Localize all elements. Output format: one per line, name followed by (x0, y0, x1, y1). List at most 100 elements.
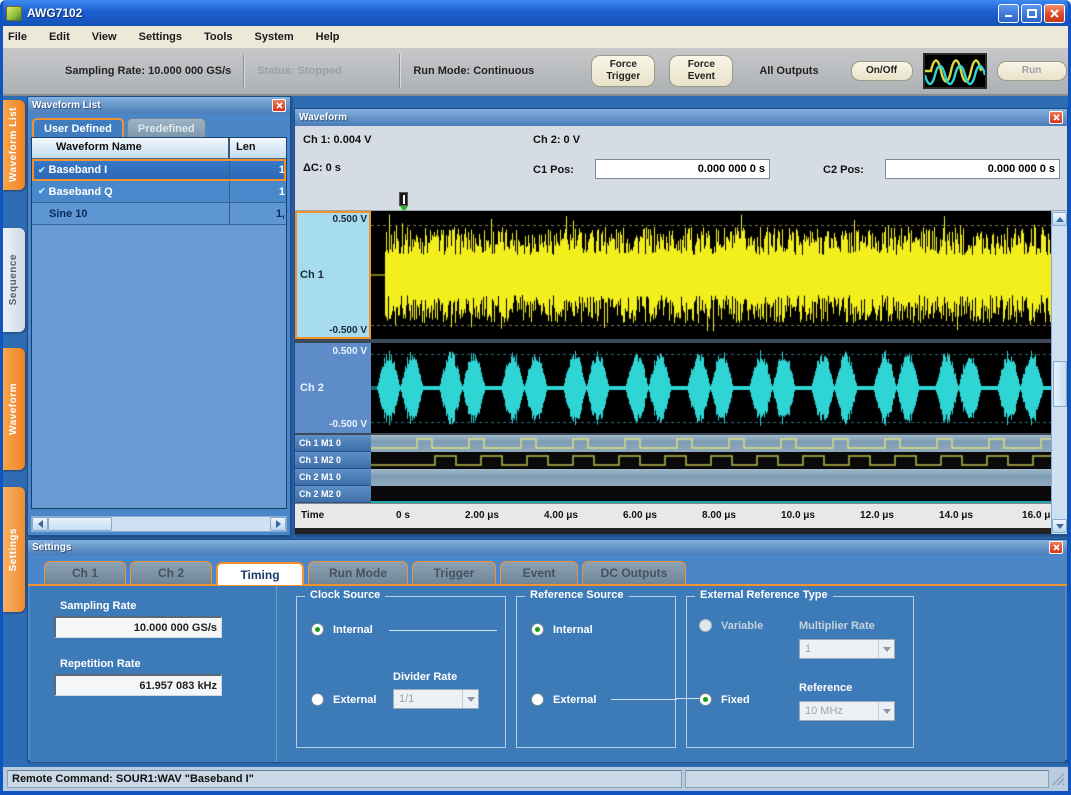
reference-dropdown[interactable]: 10 MHz (799, 701, 895, 721)
ch1-m2-plot[interactable] (371, 452, 1051, 469)
waveform-name: Sine 10 (49, 208, 88, 220)
fixed-radio[interactable] (699, 693, 712, 706)
settings-tabs: Ch 1 Ch 2 Timing Run Mode Trigger Event … (28, 555, 1067, 586)
settings-title: Settings (32, 542, 1049, 553)
menu-file[interactable]: File (8, 31, 27, 43)
c1-pos-input[interactable] (595, 159, 770, 179)
table-row[interactable]: ✔ Baseband I 1 (32, 159, 286, 181)
tab-ch1[interactable]: Ch 1 (44, 561, 126, 584)
scroll-up-button[interactable] (1052, 212, 1067, 226)
sampling-rate-input[interactable] (54, 616, 222, 638)
clock-internal-radio[interactable] (311, 623, 324, 636)
ch2-m1-plot[interactable] (371, 469, 1051, 486)
menu-edit[interactable]: Edit (49, 31, 70, 43)
divider-rate-dropdown[interactable]: 1/1 (393, 689, 479, 709)
ch2-m2-label[interactable]: Ch 2 M2 0 (295, 486, 371, 503)
waveform-length: 1, (230, 203, 286, 224)
ch2-label-box[interactable]: 0.500 V Ch 2 -0.500 V (295, 343, 371, 433)
menu-help[interactable]: Help (316, 31, 340, 43)
cursor-handle[interactable] (399, 192, 408, 212)
chevron-down-icon (883, 647, 891, 652)
menu-view[interactable]: View (92, 31, 117, 43)
maximize-button[interactable] (1021, 4, 1042, 23)
table-row[interactable]: Sine 10 1, (32, 203, 286, 225)
ch1-plot[interactable] (371, 211, 1051, 339)
sampling-rate-readout: Sampling Rate: 10.000 000 GS/s (65, 65, 231, 77)
reference-external-radio[interactable] (531, 693, 544, 706)
settings-titlebar[interactable]: Settings (28, 540, 1067, 555)
force-event-button[interactable]: Force Event (669, 55, 733, 87)
ch1-m1-plot[interactable] (371, 435, 1051, 452)
scrollbar-thumb[interactable] (48, 517, 112, 531)
waveform-readout-area: Ch 1: 0.004 V Ch 2: 0 V ΔC: 0 s C1 Pos: … (295, 126, 1067, 211)
minimize-button[interactable] (998, 4, 1019, 23)
clock-external-radio[interactable] (311, 693, 324, 706)
ch2-waveform-trace[interactable] (371, 343, 1051, 433)
vertical-scrollbar[interactable] (1051, 211, 1067, 534)
menu-bar: File Edit View Settings Tools System Hel… (0, 26, 1071, 48)
waveform-list-close-button[interactable] (272, 99, 286, 112)
menu-tools[interactable]: Tools (204, 31, 233, 43)
waveform-list-titlebar[interactable]: Waveform List (28, 97, 290, 114)
sidebar-item-settings[interactable]: Settings (2, 487, 25, 612)
title-bar[interactable]: AWG7102 (0, 0, 1071, 26)
column-header-waveform-name[interactable]: Waveform Name (32, 138, 230, 158)
tab-ch2[interactable]: Ch 2 (130, 561, 212, 584)
force-trigger-button[interactable]: Force Trigger (591, 55, 655, 87)
app-icon (6, 6, 22, 21)
close-button[interactable] (1044, 4, 1065, 23)
table-row[interactable]: ✔ Baseband Q 1 (32, 181, 286, 203)
sidebar-item-waveform[interactable]: Waveform (2, 348, 25, 470)
horizontal-scrollbar[interactable] (31, 516, 287, 532)
ch1-m2-label[interactable]: Ch 1 M2 0 (295, 452, 371, 469)
dropdown-button[interactable] (878, 702, 894, 720)
menu-system[interactable]: System (255, 31, 294, 43)
tab-predefined[interactable]: Predefined (127, 118, 206, 137)
ch2-m1-label[interactable]: Ch 2 M1 0 (295, 469, 371, 486)
dropdown-button[interactable] (462, 690, 478, 708)
scroll-down-button[interactable] (1052, 519, 1067, 533)
close-icon (1050, 9, 1059, 18)
ch1-waveform-trace[interactable] (371, 211, 1051, 339)
tab-trigger[interactable]: Trigger (412, 561, 496, 584)
sampling-rate-label: Sampling Rate (60, 600, 136, 612)
check-icon: ✔ (38, 186, 46, 197)
scrollbar-thumb[interactable] (1053, 361, 1067, 407)
tab-dc-outputs[interactable]: DC Outputs (582, 561, 686, 584)
resize-grip[interactable] (1052, 773, 1064, 785)
menu-settings[interactable]: Settings (139, 31, 182, 43)
time-tick: 14.0 μs (939, 510, 973, 521)
tab-run-mode[interactable]: Run Mode (308, 561, 408, 584)
ch2-plot[interactable] (371, 343, 1051, 433)
multiplier-rate-dropdown[interactable]: 1 (799, 639, 895, 659)
waveform-panel-titlebar[interactable]: Waveform (295, 109, 1067, 126)
tab-event[interactable]: Event (500, 561, 578, 584)
dropdown-button[interactable] (878, 640, 894, 658)
all-outputs-onoff-button[interactable]: On/Off (851, 61, 913, 81)
repetition-rate-input[interactable] (54, 674, 222, 696)
sidebar-item-waveform-list[interactable]: Waveform List (2, 100, 25, 190)
ch1-bottom-scale: -0.500 V (329, 325, 367, 336)
time-axis: Time 0 s 2.00 μs 4.00 μs 6.00 μs 8.00 μs… (295, 503, 1051, 528)
ch1-m1-label[interactable]: Ch 1 M1 0 (295, 435, 371, 452)
column-header-length[interactable]: Len (230, 138, 286, 158)
run-button[interactable]: Run (997, 61, 1067, 81)
waveform-table-header[interactable]: Waveform Name Len (32, 138, 286, 159)
tab-user-defined[interactable]: User Defined (32, 118, 124, 137)
scroll-right-button[interactable] (270, 517, 286, 531)
reference-internal-radio[interactable] (531, 623, 544, 636)
connector-line (389, 630, 497, 631)
variable-radio[interactable] (699, 619, 712, 632)
settings-close-button[interactable] (1049, 541, 1063, 554)
ch2-m2-plot[interactable] (371, 486, 1051, 503)
all-outputs-label: All Outputs (759, 65, 818, 77)
time-tick: 0 s (396, 510, 410, 521)
section-divider (276, 586, 277, 762)
ch1-label-box[interactable]: 0.500 V Ch 1 -0.500 V (295, 211, 371, 339)
scroll-left-button[interactable] (32, 517, 48, 531)
ch1-m2-trace (371, 452, 1051, 469)
sidebar-item-sequence[interactable]: Sequence (2, 228, 25, 332)
tab-timing[interactable]: Timing (216, 562, 304, 585)
c2-pos-input[interactable] (885, 159, 1060, 179)
waveform-panel-close-button[interactable] (1049, 111, 1063, 124)
